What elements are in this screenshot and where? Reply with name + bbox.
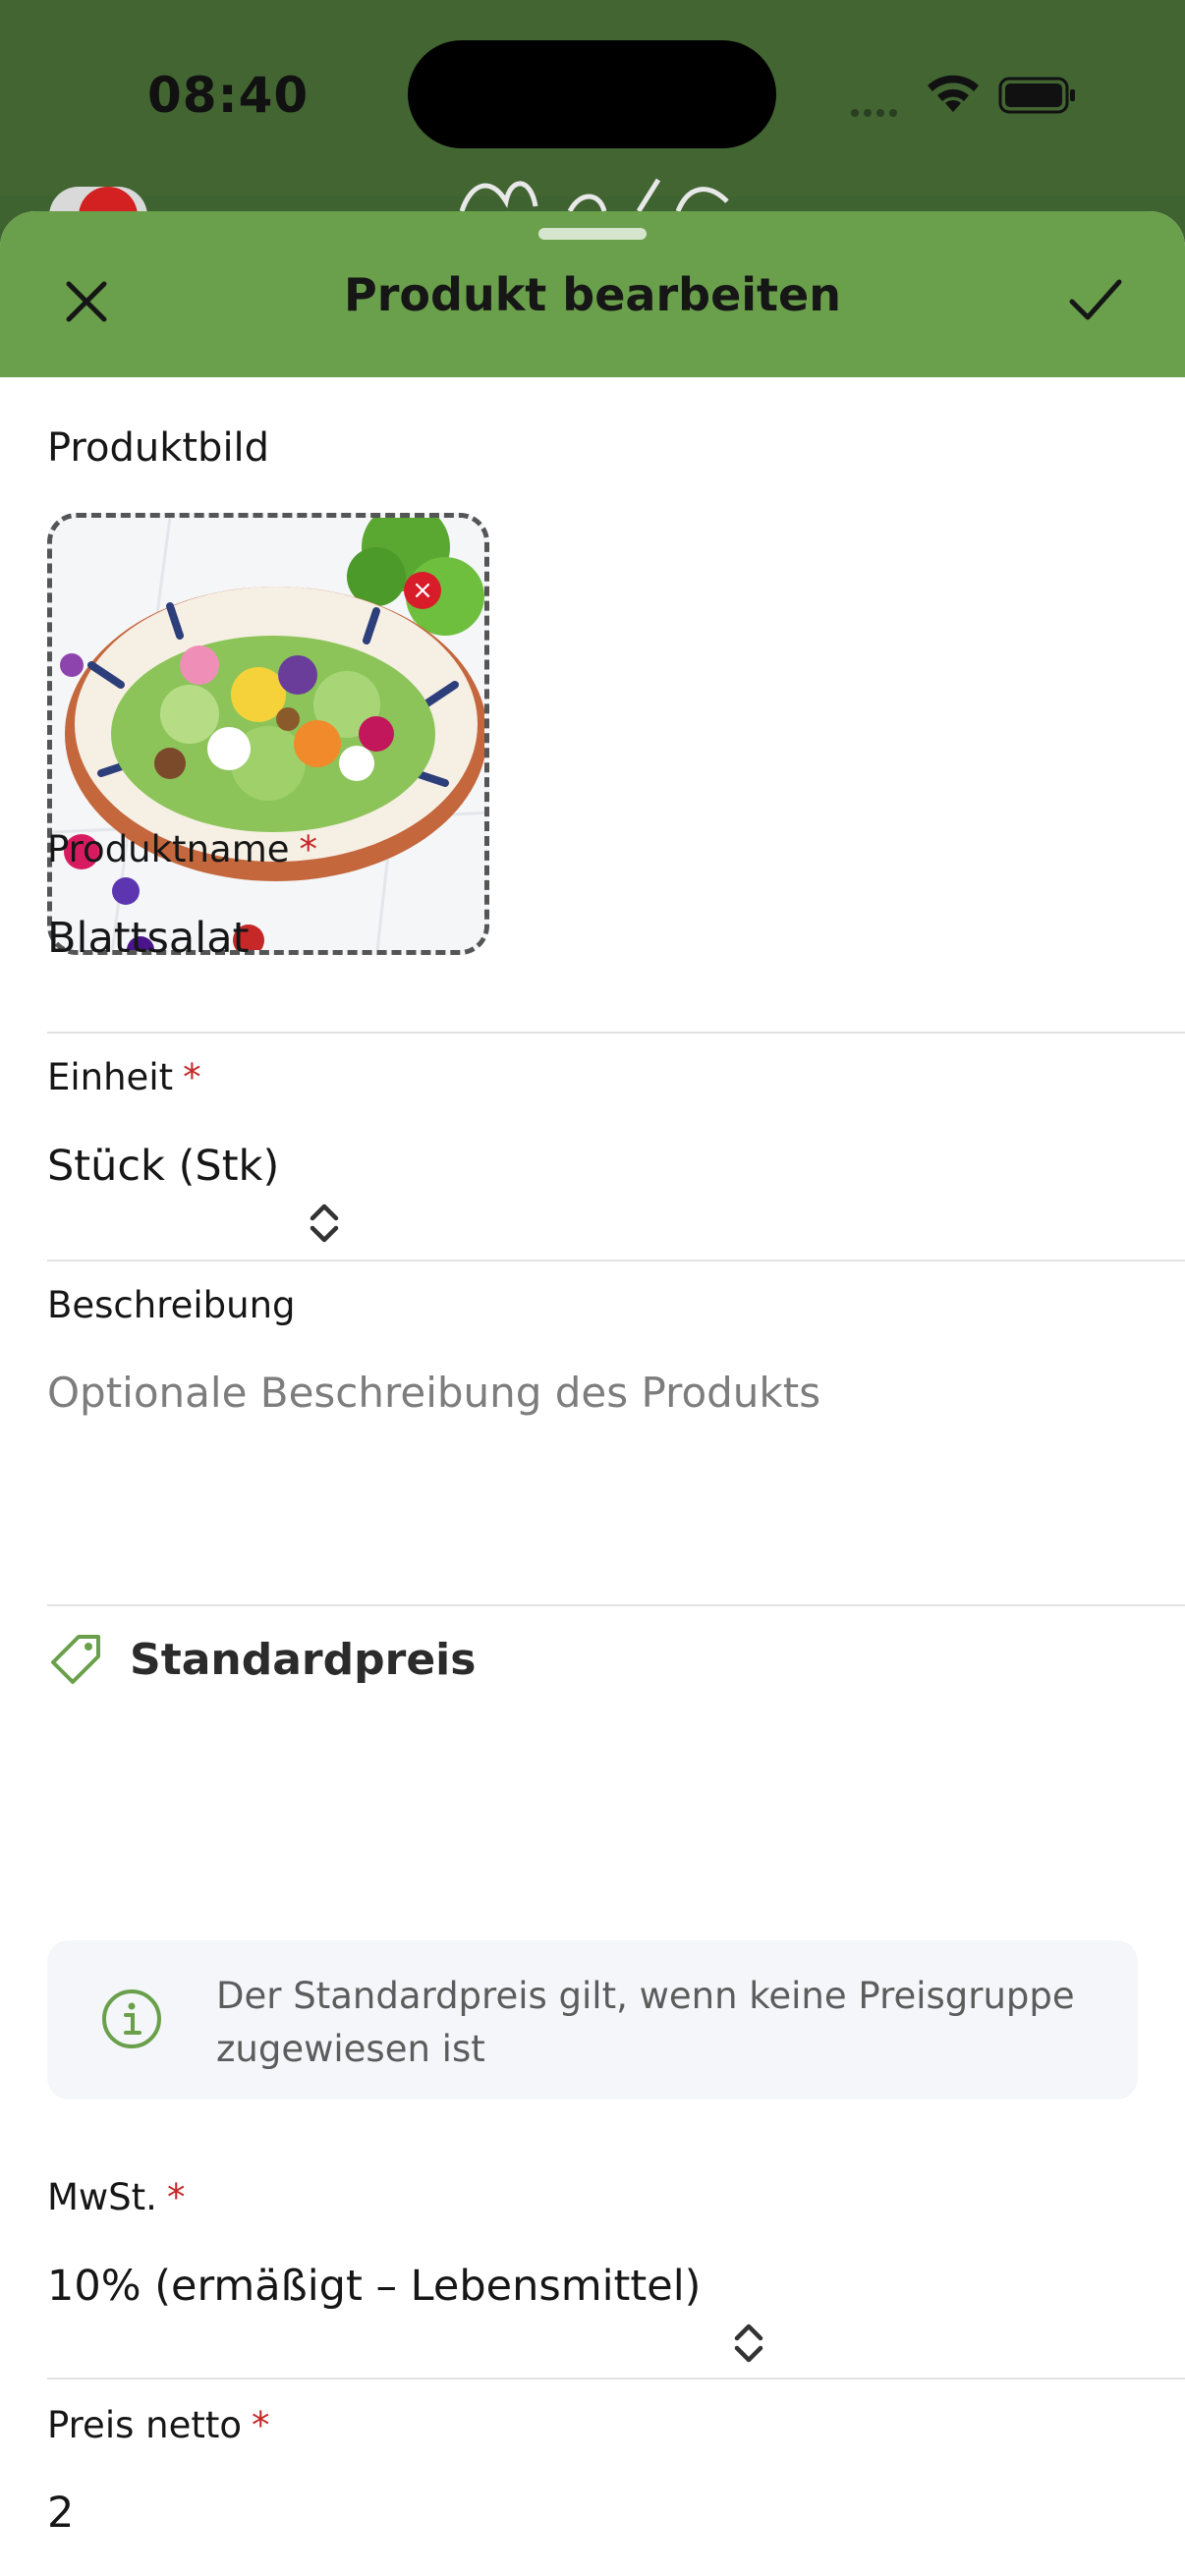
- standard-price-title: Standardpreis: [130, 1635, 477, 1685]
- divider: [47, 2378, 1185, 2380]
- standard-price-info-text: Der Standardpreis gilt, wenn keine Preis…: [216, 1975, 1075, 2070]
- status-bar: 08:40: [0, 0, 1185, 216]
- product-image[interactable]: ×: [47, 513, 489, 955]
- wifi-icon: [928, 75, 979, 112]
- dynamic-island: [408, 40, 776, 148]
- cellular-signal-icon: [851, 102, 906, 117]
- divider: [47, 1260, 1185, 1261]
- product-name-input[interactable]: Blattsalat: [47, 914, 249, 963]
- price-tag-icon: [51, 1635, 100, 1684]
- sheet-grabber[interactable]: [538, 228, 647, 240]
- net-price-label-text: Preis netto: [47, 2404, 243, 2446]
- chevron-up-down-icon[interactable]: [305, 1201, 344, 1246]
- chevron-up-down-icon[interactable]: [729, 2321, 768, 2366]
- required-mark: *: [252, 2404, 270, 2446]
- product-name-label-text: Produktname: [47, 828, 290, 870]
- product-name-label: Produktname *: [47, 828, 317, 870]
- unit-select[interactable]: Stück (Stk): [47, 1142, 279, 1191]
- required-mark: *: [166, 2176, 186, 2218]
- divider: [47, 1604, 1185, 1606]
- net-price-label: Preis netto *: [47, 2404, 270, 2446]
- battery-icon: [998, 77, 1075, 114]
- info-icon: [102, 1989, 161, 2048]
- required-mark: *: [183, 1056, 201, 1098]
- status-time: 08:40: [147, 67, 310, 124]
- remove-icon[interactable]: ×: [404, 572, 441, 609]
- required-mark: *: [299, 828, 318, 870]
- sheet-title: Produkt bearbeiten: [344, 268, 841, 321]
- checkmark-icon[interactable]: [1066, 272, 1125, 327]
- description-input[interactable]: Optionale Beschreibung des Produkts: [47, 1369, 820, 1417]
- unit-label-text: Einheit: [47, 1056, 174, 1098]
- product-image-label: Produktbild: [47, 425, 270, 471]
- vat-select[interactable]: 10% (ermäßigt – Lebensmittel): [47, 2262, 715, 2311]
- brand-script-logo: [459, 178, 729, 211]
- standard-price-info: Der Standardpreis gilt, wenn keine Preis…: [47, 1940, 1138, 2100]
- sheet-header: Produkt bearbeiten: [0, 211, 1185, 377]
- divider: [47, 1032, 1185, 1034]
- vat-label: MwSt. *: [47, 2176, 185, 2218]
- vat-label-text: MwSt.: [47, 2176, 157, 2218]
- edit-product-sheet: Produkt bearbeiten Produktbild × Produkt…: [0, 211, 1185, 2576]
- description-label: Beschreibung: [47, 1284, 296, 1326]
- net-price-input[interactable]: 2: [47, 2489, 74, 2538]
- unit-label: Einheit *: [47, 1056, 201, 1098]
